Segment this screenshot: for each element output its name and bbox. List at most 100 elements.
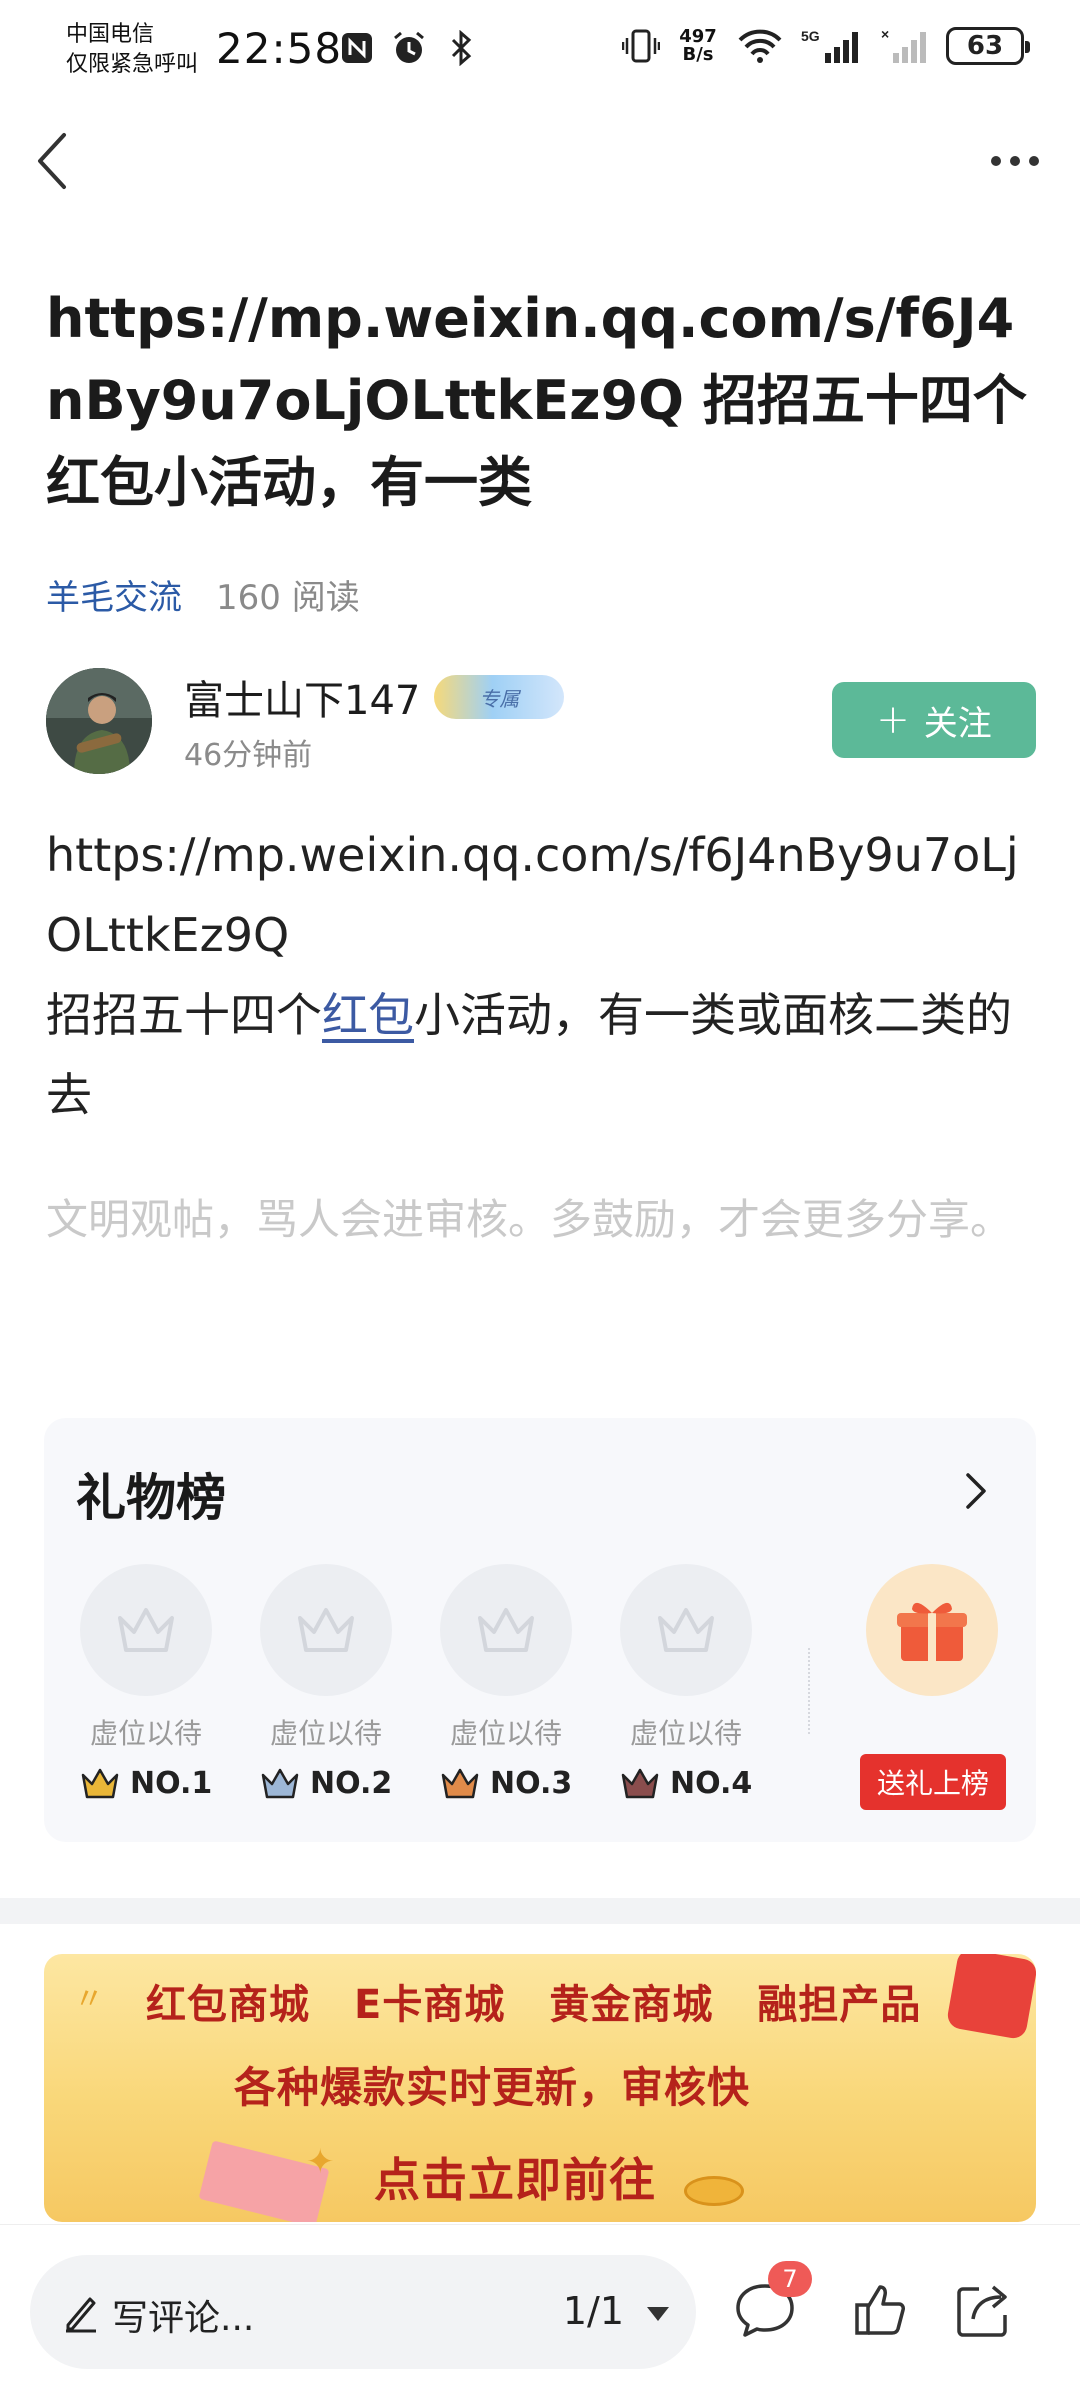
more-icon-dot	[991, 156, 1001, 166]
comment-button[interactable]: 7	[730, 2261, 812, 2345]
body-keyword-link[interactable]: 红包	[322, 988, 414, 1042]
spark-icon: 〃	[74, 1982, 104, 2017]
crown-outline-icon	[118, 1608, 174, 1652]
bluetooth-icon	[442, 28, 480, 68]
banner-cta: 点击立即前往	[374, 2153, 656, 2207]
promo-banner[interactable]: 〃 红包商城 E卡商城 黄金商城 融担产品 各种爆款实时更新，审核快 ✦ 点击立…	[44, 1954, 1036, 2222]
member-badge: 专属	[434, 675, 565, 719]
status-time: 22:58	[216, 24, 343, 73]
battery-icon: 63	[946, 27, 1030, 65]
status-bar: 中国电信 仅限紧急呼叫 22:58 497 B/s 5G × 63	[0, 0, 1080, 100]
gift-board-title: 礼物榜	[76, 1469, 226, 1527]
share-icon	[957, 2285, 1007, 2337]
post-body: https://mp.weixin.qq.com/s/f6J4nBy9u7oLj…	[46, 815, 1041, 1135]
status-icons-left	[338, 28, 480, 68]
rank-crown-icon	[621, 1768, 659, 1798]
red-envelope-icon	[945, 1954, 1036, 2041]
signal-5g-icon: 5G	[800, 26, 864, 66]
signal-no-sim-icon: ×	[880, 26, 930, 66]
wifi-icon	[736, 26, 784, 66]
gift-slot[interactable]: 虚位以待 NO.4	[612, 1564, 752, 1824]
section-separator	[0, 1898, 1080, 1924]
more-icon-dot	[1029, 156, 1039, 166]
gift-board: 礼物榜 虚位以待 NO.1 虚位以待 NO.2 虚位以待 NO.3 虚位以待 NO.4 送礼上…	[44, 1418, 1036, 1842]
gift-board-more-button[interactable]	[956, 1466, 996, 1516]
rank-label: NO.2	[310, 1766, 393, 1801]
page-indicator[interactable]: 1/1	[563, 2289, 624, 2333]
slot-rank: NO.4	[620, 1766, 752, 1801]
empty-slot-avatar	[80, 1564, 212, 1696]
coin-icon	[684, 2176, 744, 2206]
gift-box-button[interactable]	[866, 1564, 998, 1696]
follow-label: 关注	[923, 703, 992, 744]
follow-button[interactable]: + 关注	[832, 682, 1036, 758]
gift-slot[interactable]: 虚位以待 NO.1	[72, 1564, 212, 1824]
carrier-status: 仅限紧急呼叫	[66, 52, 199, 77]
empty-slot-avatar	[260, 1564, 392, 1696]
caret-down-icon[interactable]	[640, 2299, 676, 2329]
plus-icon: +	[876, 697, 910, 743]
comment-placeholder: 写评论...	[112, 2298, 255, 2339]
net-speed: 497 B/s	[676, 26, 720, 66]
comment-count-badge: 7	[768, 2261, 812, 2297]
chevron-right-icon	[966, 1473, 986, 1509]
empty-slot-avatar	[440, 1564, 572, 1696]
read-count: 160 阅读	[216, 578, 360, 618]
gift-slot[interactable]: 虚位以待 NO.2	[252, 1564, 392, 1824]
rank-label: NO.1	[130, 1766, 213, 1801]
rank-crown-icon	[261, 1768, 299, 1798]
net-speed-unit: B/s	[682, 44, 714, 65]
author-name-row: 富士山下147 专属	[184, 668, 565, 726]
post-meta: 羊毛交流 160 阅读	[46, 570, 360, 619]
banner-subtitle: 各种爆款实时更新，审核快	[234, 2063, 751, 2112]
author-name[interactable]: 富士山下147	[184, 668, 420, 726]
body-url[interactable]: https://mp.weixin.qq.com/s/f6J4nBy9u7oLj…	[46, 815, 1041, 975]
bottom-bar: 写评论... 1/1 7	[0, 2224, 1080, 2400]
sparkle-icon: ✦	[306, 2142, 335, 2182]
section-link[interactable]: 羊毛交流	[46, 570, 182, 619]
avatar[interactable]	[46, 668, 152, 774]
send-gift-button[interactable]: 送礼上榜	[860, 1754, 1006, 1810]
pen-icon	[66, 2297, 96, 2333]
slot-rank: NO.1	[80, 1766, 212, 1801]
share-button[interactable]	[948, 2275, 1018, 2345]
more-icon-dot	[1010, 156, 1020, 166]
rank-label: NO.3	[490, 1766, 573, 1801]
banner-item: 黄金商城	[549, 1982, 714, 2028]
back-button[interactable]	[22, 126, 82, 196]
body-paragraph: 招招五十四个红包小活动，有一类或面核二类的去	[46, 975, 1041, 1135]
slot-rank: NO.3	[440, 1766, 572, 1801]
community-notice: 文明观帖，骂人会进审核。多鼓励，才会更多分享。	[46, 1195, 1013, 1244]
status-icons-right: 497 B/s 5G × 63	[622, 26, 1030, 66]
gift-icon	[897, 1602, 967, 1661]
svg-text:5G: 5G	[801, 28, 820, 44]
author-row: 富士山下147 专属 46分钟前 + 关注	[46, 668, 1036, 778]
like-button[interactable]	[846, 2275, 916, 2345]
crown-outline-icon	[658, 1608, 714, 1652]
banner-item: 红包商城	[146, 1982, 310, 2028]
slot-placeholder: 虚位以待	[269, 1717, 382, 1750]
empty-slot-avatar	[620, 1564, 752, 1696]
thumbs-up-icon	[855, 2285, 905, 2335]
comment-input[interactable]: 写评论... 1/1	[30, 2255, 696, 2369]
more-button[interactable]	[980, 126, 1050, 196]
alarm-icon	[390, 28, 428, 68]
vibrate-icon	[622, 26, 660, 66]
banner-item: 融担产品	[757, 1982, 922, 2028]
post-title: https://mp.weixin.qq.com/s/f6J4nBy9u7oLj…	[46, 287, 1027, 514]
slot-rank: NO.2	[260, 1766, 392, 1801]
gift-slot[interactable]: 虚位以待 NO.3	[432, 1564, 572, 1824]
crown-outline-icon	[298, 1608, 354, 1652]
back-icon	[38, 133, 66, 189]
post-time: 46分钟前	[184, 738, 313, 773]
banner-items: 红包商城 E卡商城 黄金商城 融担产品	[146, 1972, 921, 2030]
slot-placeholder: 虚位以待	[629, 1717, 742, 1750]
nav-bar	[0, 110, 1080, 210]
carrier-name: 中国电信	[66, 22, 155, 47]
banner-item: E卡商城	[354, 1982, 506, 2028]
svg-text:×: ×	[881, 27, 889, 42]
slot-placeholder: 虚位以待	[449, 1717, 562, 1750]
nfc-icon	[338, 28, 376, 68]
carrier-info: 中国电信 仅限紧急呼叫	[66, 20, 198, 80]
rank-label: NO.4	[670, 1766, 753, 1801]
